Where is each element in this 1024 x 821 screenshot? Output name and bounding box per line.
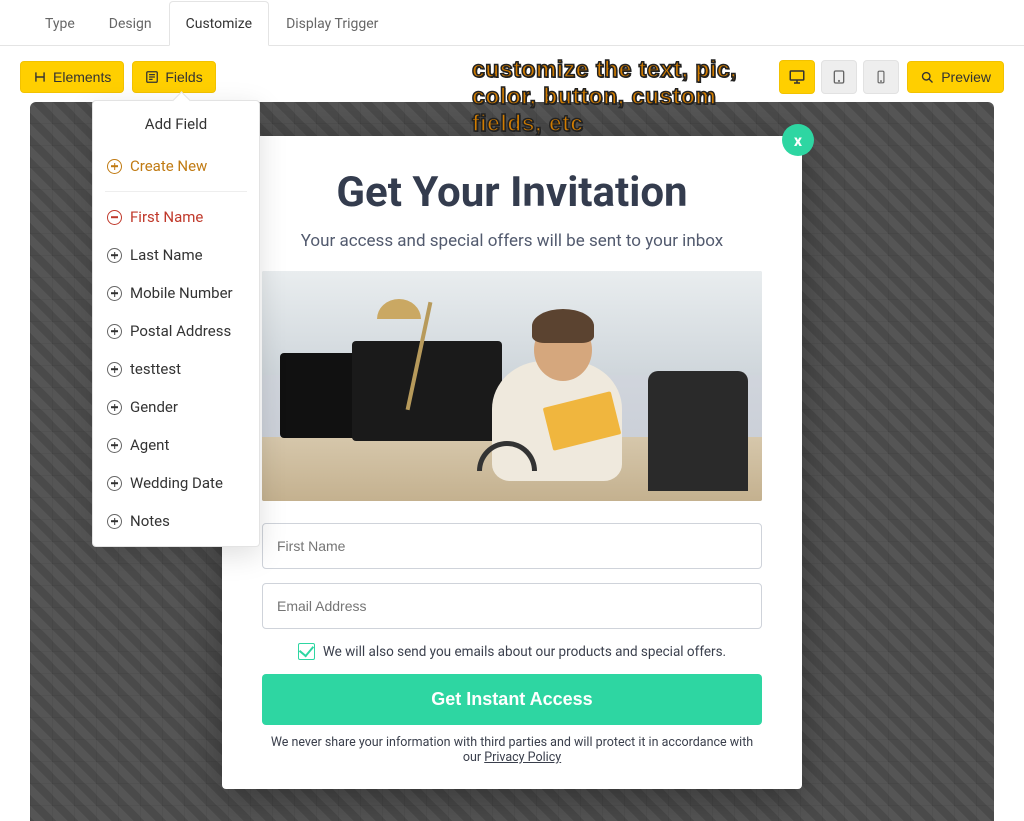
dropdown-field-postal-address[interactable]: Postal Address bbox=[93, 312, 259, 350]
fields-dropdown: Add Field Create New First Name Last Name… bbox=[92, 100, 260, 547]
dropdown-field-label: First Name bbox=[130, 208, 203, 226]
dropdown-field-label: Last Name bbox=[130, 246, 203, 264]
tab-type[interactable]: Type bbox=[28, 1, 92, 46]
plus-circle-icon bbox=[107, 514, 122, 529]
tab-display-trigger[interactable]: Display Trigger bbox=[269, 1, 395, 46]
popup-close-button[interactable]: x bbox=[782, 124, 814, 156]
dropdown-field-label: Notes bbox=[130, 512, 170, 530]
dropdown-field-agent[interactable]: Agent bbox=[93, 426, 259, 464]
email-field[interactable] bbox=[262, 583, 762, 629]
device-desktop-button[interactable] bbox=[779, 60, 815, 94]
minus-circle-icon bbox=[107, 210, 122, 225]
privacy-link[interactable]: Privacy Policy bbox=[484, 750, 561, 765]
fields-button[interactable]: Fields bbox=[132, 61, 215, 93]
plus-circle-icon bbox=[107, 159, 122, 174]
dropdown-field-testtest[interactable]: testtest bbox=[93, 350, 259, 388]
dropdown-field-first-name[interactable]: First Name bbox=[93, 198, 259, 236]
tab-customize[interactable]: Customize bbox=[169, 1, 269, 46]
plus-circle-icon bbox=[107, 362, 122, 377]
mobile-icon bbox=[874, 68, 888, 86]
elements-label: Elements bbox=[53, 69, 111, 85]
desktop-icon bbox=[788, 68, 806, 86]
dropdown-field-label: Postal Address bbox=[130, 322, 231, 340]
form-icon bbox=[145, 70, 159, 84]
heading-icon bbox=[33, 70, 47, 84]
consent-label: We will also send you emails about our p… bbox=[323, 644, 726, 660]
dropdown-field-gender[interactable]: Gender bbox=[93, 388, 259, 426]
plus-circle-icon bbox=[107, 400, 122, 415]
search-icon bbox=[920, 70, 935, 85]
preview-label: Preview bbox=[941, 69, 991, 85]
dropdown-field-label: Agent bbox=[130, 436, 169, 454]
dropdown-field-label: Gender bbox=[130, 398, 178, 416]
device-tablet-button[interactable] bbox=[821, 60, 857, 94]
submit-button[interactable]: Get Instant Access bbox=[262, 674, 762, 725]
fields-label: Fields bbox=[165, 69, 202, 85]
editor-area: Elements Fields bbox=[10, 46, 1014, 761]
popup: x Get Your Invitation Your access and sp… bbox=[222, 136, 802, 789]
preview-button[interactable]: Preview bbox=[907, 61, 1004, 93]
tab-design[interactable]: Design bbox=[92, 1, 169, 46]
tablet-icon bbox=[831, 68, 847, 86]
dropdown-scroll[interactable]: Create New First Name Last Name Mobile Num… bbox=[93, 147, 259, 540]
device-mobile-button[interactable] bbox=[863, 60, 899, 94]
plus-circle-icon bbox=[107, 286, 122, 301]
plus-circle-icon bbox=[107, 248, 122, 263]
dropdown-field-last-name[interactable]: Last Name bbox=[93, 236, 259, 274]
dropdown-field-label: Mobile Number bbox=[130, 284, 233, 302]
elements-button[interactable]: Elements bbox=[20, 61, 124, 93]
consent-row[interactable]: We will also send you emails about our p… bbox=[262, 643, 762, 660]
dropdown-field-notes[interactable]: Notes bbox=[93, 502, 259, 540]
close-icon: x bbox=[794, 131, 802, 150]
dropdown-title: Add Field bbox=[93, 101, 259, 147]
dropdown-field-mobile-number[interactable]: Mobile Number bbox=[93, 274, 259, 312]
popup-hero-image bbox=[262, 271, 762, 501]
device-selector bbox=[779, 60, 899, 94]
toolbar: Elements Fields bbox=[10, 60, 1014, 104]
create-new-label: Create New bbox=[130, 157, 207, 175]
plus-circle-icon bbox=[107, 476, 122, 491]
consent-checkbox[interactable] bbox=[298, 643, 315, 660]
dropdown-create-new[interactable]: Create New bbox=[105, 147, 247, 192]
plus-circle-icon bbox=[107, 324, 122, 339]
dropdown-field-label: testtest bbox=[130, 360, 181, 378]
popup-title: Get Your Invitation bbox=[262, 168, 762, 217]
first-name-field[interactable] bbox=[262, 523, 762, 569]
dropdown-field-label: Wedding Date bbox=[130, 474, 223, 492]
plus-circle-icon bbox=[107, 438, 122, 453]
tab-strip: Type Design Customize Display Trigger bbox=[0, 0, 1024, 46]
popup-subtitle: Your access and special offers will be s… bbox=[262, 231, 762, 251]
dropdown-field-wedding-date[interactable]: Wedding Date bbox=[93, 464, 259, 502]
